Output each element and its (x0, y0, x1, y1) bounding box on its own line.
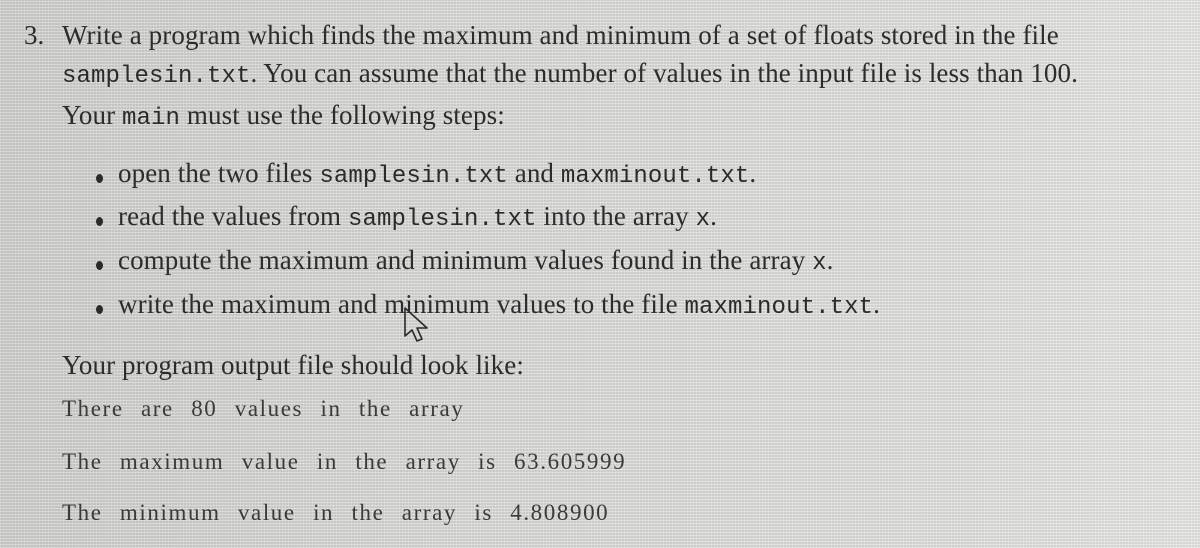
step-text-part: open the two files (118, 158, 320, 188)
step-text-part: . (749, 158, 757, 188)
bullet-icon (96, 217, 103, 226)
sample-output-line: The maximum value in the array is 63.605… (62, 449, 627, 474)
input-filename-code: samplesin.txt (62, 63, 251, 90)
step-code-part: maxminout.txt (560, 163, 750, 190)
step-text-part: write the maximum and minimum values to … (118, 289, 685, 319)
main-code: main (122, 105, 181, 132)
step-text-part: . (710, 201, 717, 231)
step-code-part: samplesin.txt (319, 163, 508, 190)
step-text: read the values from samplesin.txt into … (118, 201, 717, 233)
step-text: open the two files samplesin.txt and max… (118, 158, 756, 190)
sample-output-line: The minimum value in the array is 4.8089… (62, 500, 610, 525)
step-text: compute the maximum and minimum values f… (118, 245, 834, 277)
step-code-part: maxminout.txt (684, 294, 874, 321)
step-text-part: . (873, 289, 880, 319)
steps-intro: Your main must use the following steps: (62, 100, 505, 132)
steps-intro-pre: Your (62, 100, 123, 130)
bullet-icon (96, 261, 103, 270)
problem-statement-line-2-text: . You can assume that the number of valu… (250, 58, 1078, 88)
problem-statement-line-1: Write a program which finds the maximum … (62, 20, 1059, 50)
step-text-part: and (507, 158, 561, 188)
assignment-document: 3. Write a program which finds the maxim… (0, 0, 1200, 548)
step-text-part: . (826, 245, 834, 275)
bullet-icon (96, 174, 103, 183)
bullet-icon (96, 305, 103, 314)
steps-intro-post: must use the following steps: (180, 100, 505, 130)
step-text: write the maximum and minimum values to … (118, 289, 880, 321)
step-code-part: x (695, 206, 711, 233)
problem-number: 3. (24, 20, 45, 50)
step-code-part: samplesin.txt (348, 206, 537, 233)
sample-output-line: There are 80 values in the array (62, 396, 465, 421)
mouse-pointer-icon (404, 307, 428, 342)
step-code-part: x (812, 250, 827, 277)
step-text-part: into the array (536, 201, 696, 231)
step-text-part: read the values from (118, 201, 349, 231)
problem-statement-line-2: samplesin.txt. You can assume that the n… (62, 58, 1078, 90)
output-section-heading: Your program output file should look lik… (62, 350, 524, 380)
step-text-part: compute the maximum and minimum values f… (118, 245, 813, 275)
